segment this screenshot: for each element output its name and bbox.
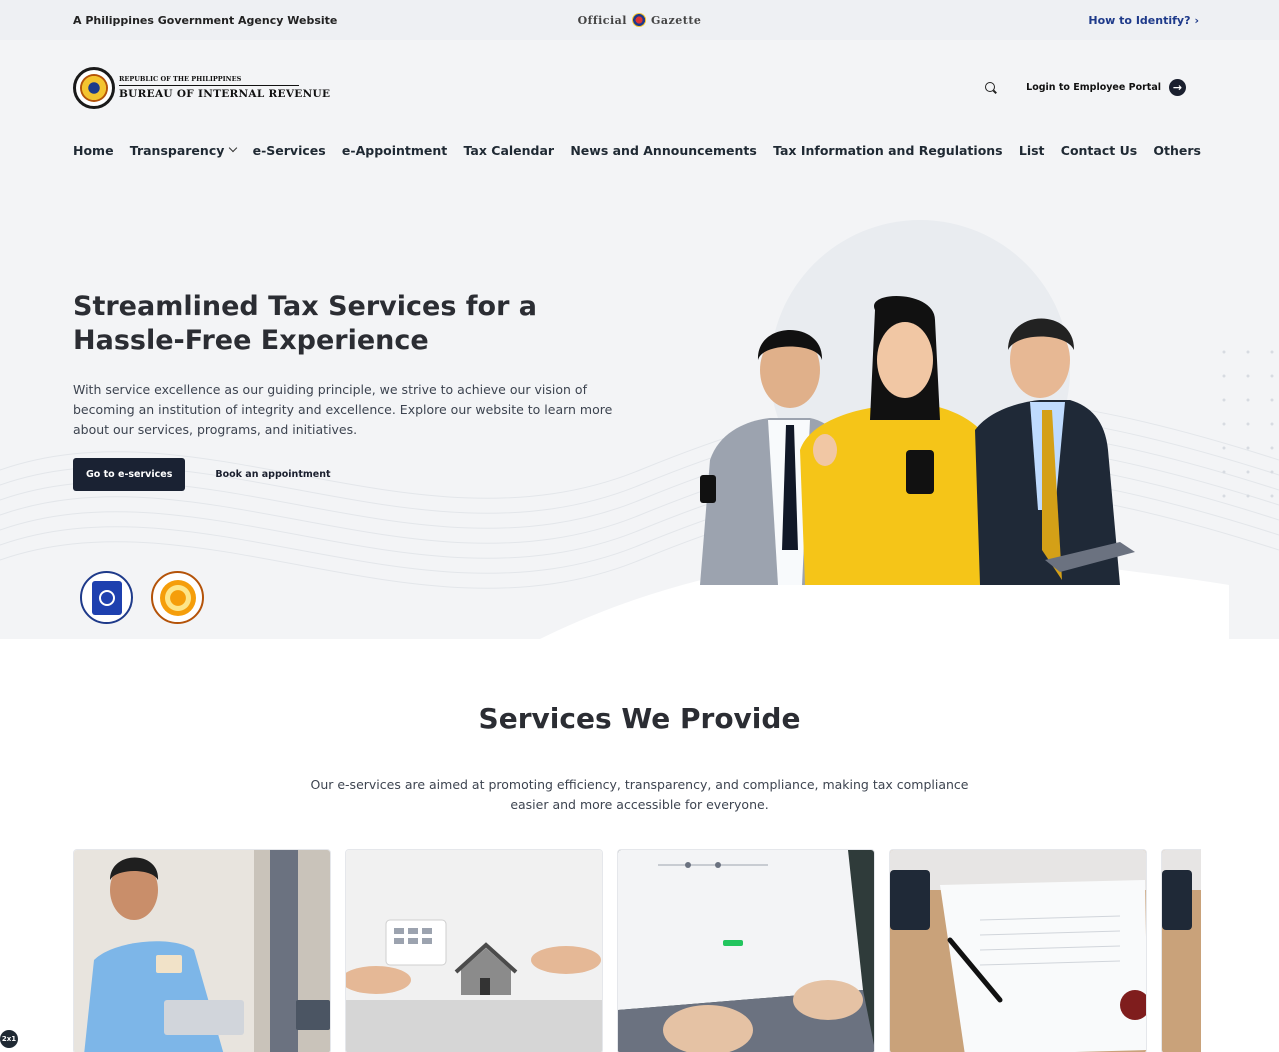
service-card[interactable] [345,849,603,1052]
nav-list[interactable]: List [1019,143,1045,158]
service-image-documents-stamp [890,850,1146,1052]
bir-logo-link[interactable]: REPUBLIC OF THE PHILIPPINES BUREAU OF IN… [73,66,331,109]
site-header: REPUBLIC OF THE PHILIPPINES BUREAU OF IN… [0,40,1279,135]
hero-title: Streamlined Tax Services for a Hassle-Fr… [73,291,538,356]
service-card[interactable] [1161,849,1201,1052]
brand-line-1: REPUBLIC OF THE PHILIPPINES [119,75,299,86]
foi-badge-icon[interactable] [80,571,133,624]
nav-others[interactable]: Others [1153,143,1201,158]
service-card[interactable] [617,849,875,1052]
chevron-down-icon [229,143,238,153]
chevron-right-icon: › [1194,13,1199,27]
nav-tax-calendar[interactable]: Tax Calendar [464,143,555,158]
badges-row [80,571,204,624]
nav-home[interactable]: Home [73,143,114,158]
official-gazette-link[interactable]: Official Gazette [578,13,702,27]
main-nav: Home Transparency e-Services e-Appointme… [0,135,1279,165]
hero-content: Streamlined Tax Services for a Hassle-Fr… [73,290,653,491]
nav-tax-calendar-label: Tax Calendar [463,142,555,158]
go-to-e-services-button[interactable]: Go to e-services [73,458,186,491]
service-card[interactable] [889,849,1147,1052]
nav-home-label: Home [73,142,114,158]
service-card[interactable] [73,849,331,1052]
service-image-house-calculator [346,850,602,1052]
gov-bar: A Philippines Government Agency Website … [0,0,1279,40]
service-image-laptop [618,850,874,1052]
search-icon[interactable] [984,81,998,95]
service-image-man-tablet [74,850,330,1052]
zoom-badge: 2x1 [0,1030,18,1048]
services-cards [73,849,1201,1052]
service-image-partial [1162,850,1201,1052]
og-text-1: Official [577,13,627,27]
services-section: Services We Provide Our e-services are a… [0,639,1279,815]
nav-news-label: News and Announcements [570,142,757,158]
brand-line-2: BUREAU OF INTERNAL REVENUE [119,88,331,100]
services-title: Services We Provide [478,702,801,735]
gazette-seal-icon [631,13,646,27]
nav-contact[interactable]: Contact Us [1061,143,1137,158]
og-text-2: Gazette [650,13,702,27]
nav-e-appointment[interactable]: e-Appointment [342,143,447,158]
hero-description: With service excellence as our guiding p… [73,382,613,437]
nav-contact-label: Contact Us [1060,142,1138,158]
how-to-identify-link[interactable]: How to Identify? › [1088,14,1199,27]
how-to-identify-label: How to Identify? [1088,13,1191,27]
book-appointment-button[interactable]: Book an appointment [215,469,330,480]
employee-portal-label: Login to Employee Portal [1026,82,1161,93]
nav-transparency[interactable]: Transparency [129,142,238,158]
nav-e-services-label: e-Services [252,142,326,158]
nav-e-appointment-label: e-Appointment [341,142,448,158]
arrow-right-icon: → [1169,79,1186,96]
nav-tax-info-label: Tax Information and Regulations [773,142,1003,158]
nav-tax-info[interactable]: Tax Information and Regulations [773,143,1003,158]
employee-portal-link[interactable]: Login to Employee Portal → [1026,79,1186,96]
services-description: Our e-services are aimed at promoting ef… [310,777,969,812]
transparency-seal-icon[interactable] [151,571,204,624]
nav-list-label: List [1018,142,1045,158]
hero-section: REPUBLIC OF THE PHILIPPINES BUREAU OF IN… [0,40,1279,639]
hero-people-image [700,296,1135,585]
bir-seal-icon [73,66,115,109]
nav-e-services[interactable]: e-Services [253,143,326,158]
nav-others-label: Others [1153,142,1201,158]
nav-transparency-label: Transparency [129,142,225,158]
nav-news[interactable]: News and Announcements [570,143,756,158]
gov-bar-left-text: A Philippines Government Agency Website [73,13,338,27]
